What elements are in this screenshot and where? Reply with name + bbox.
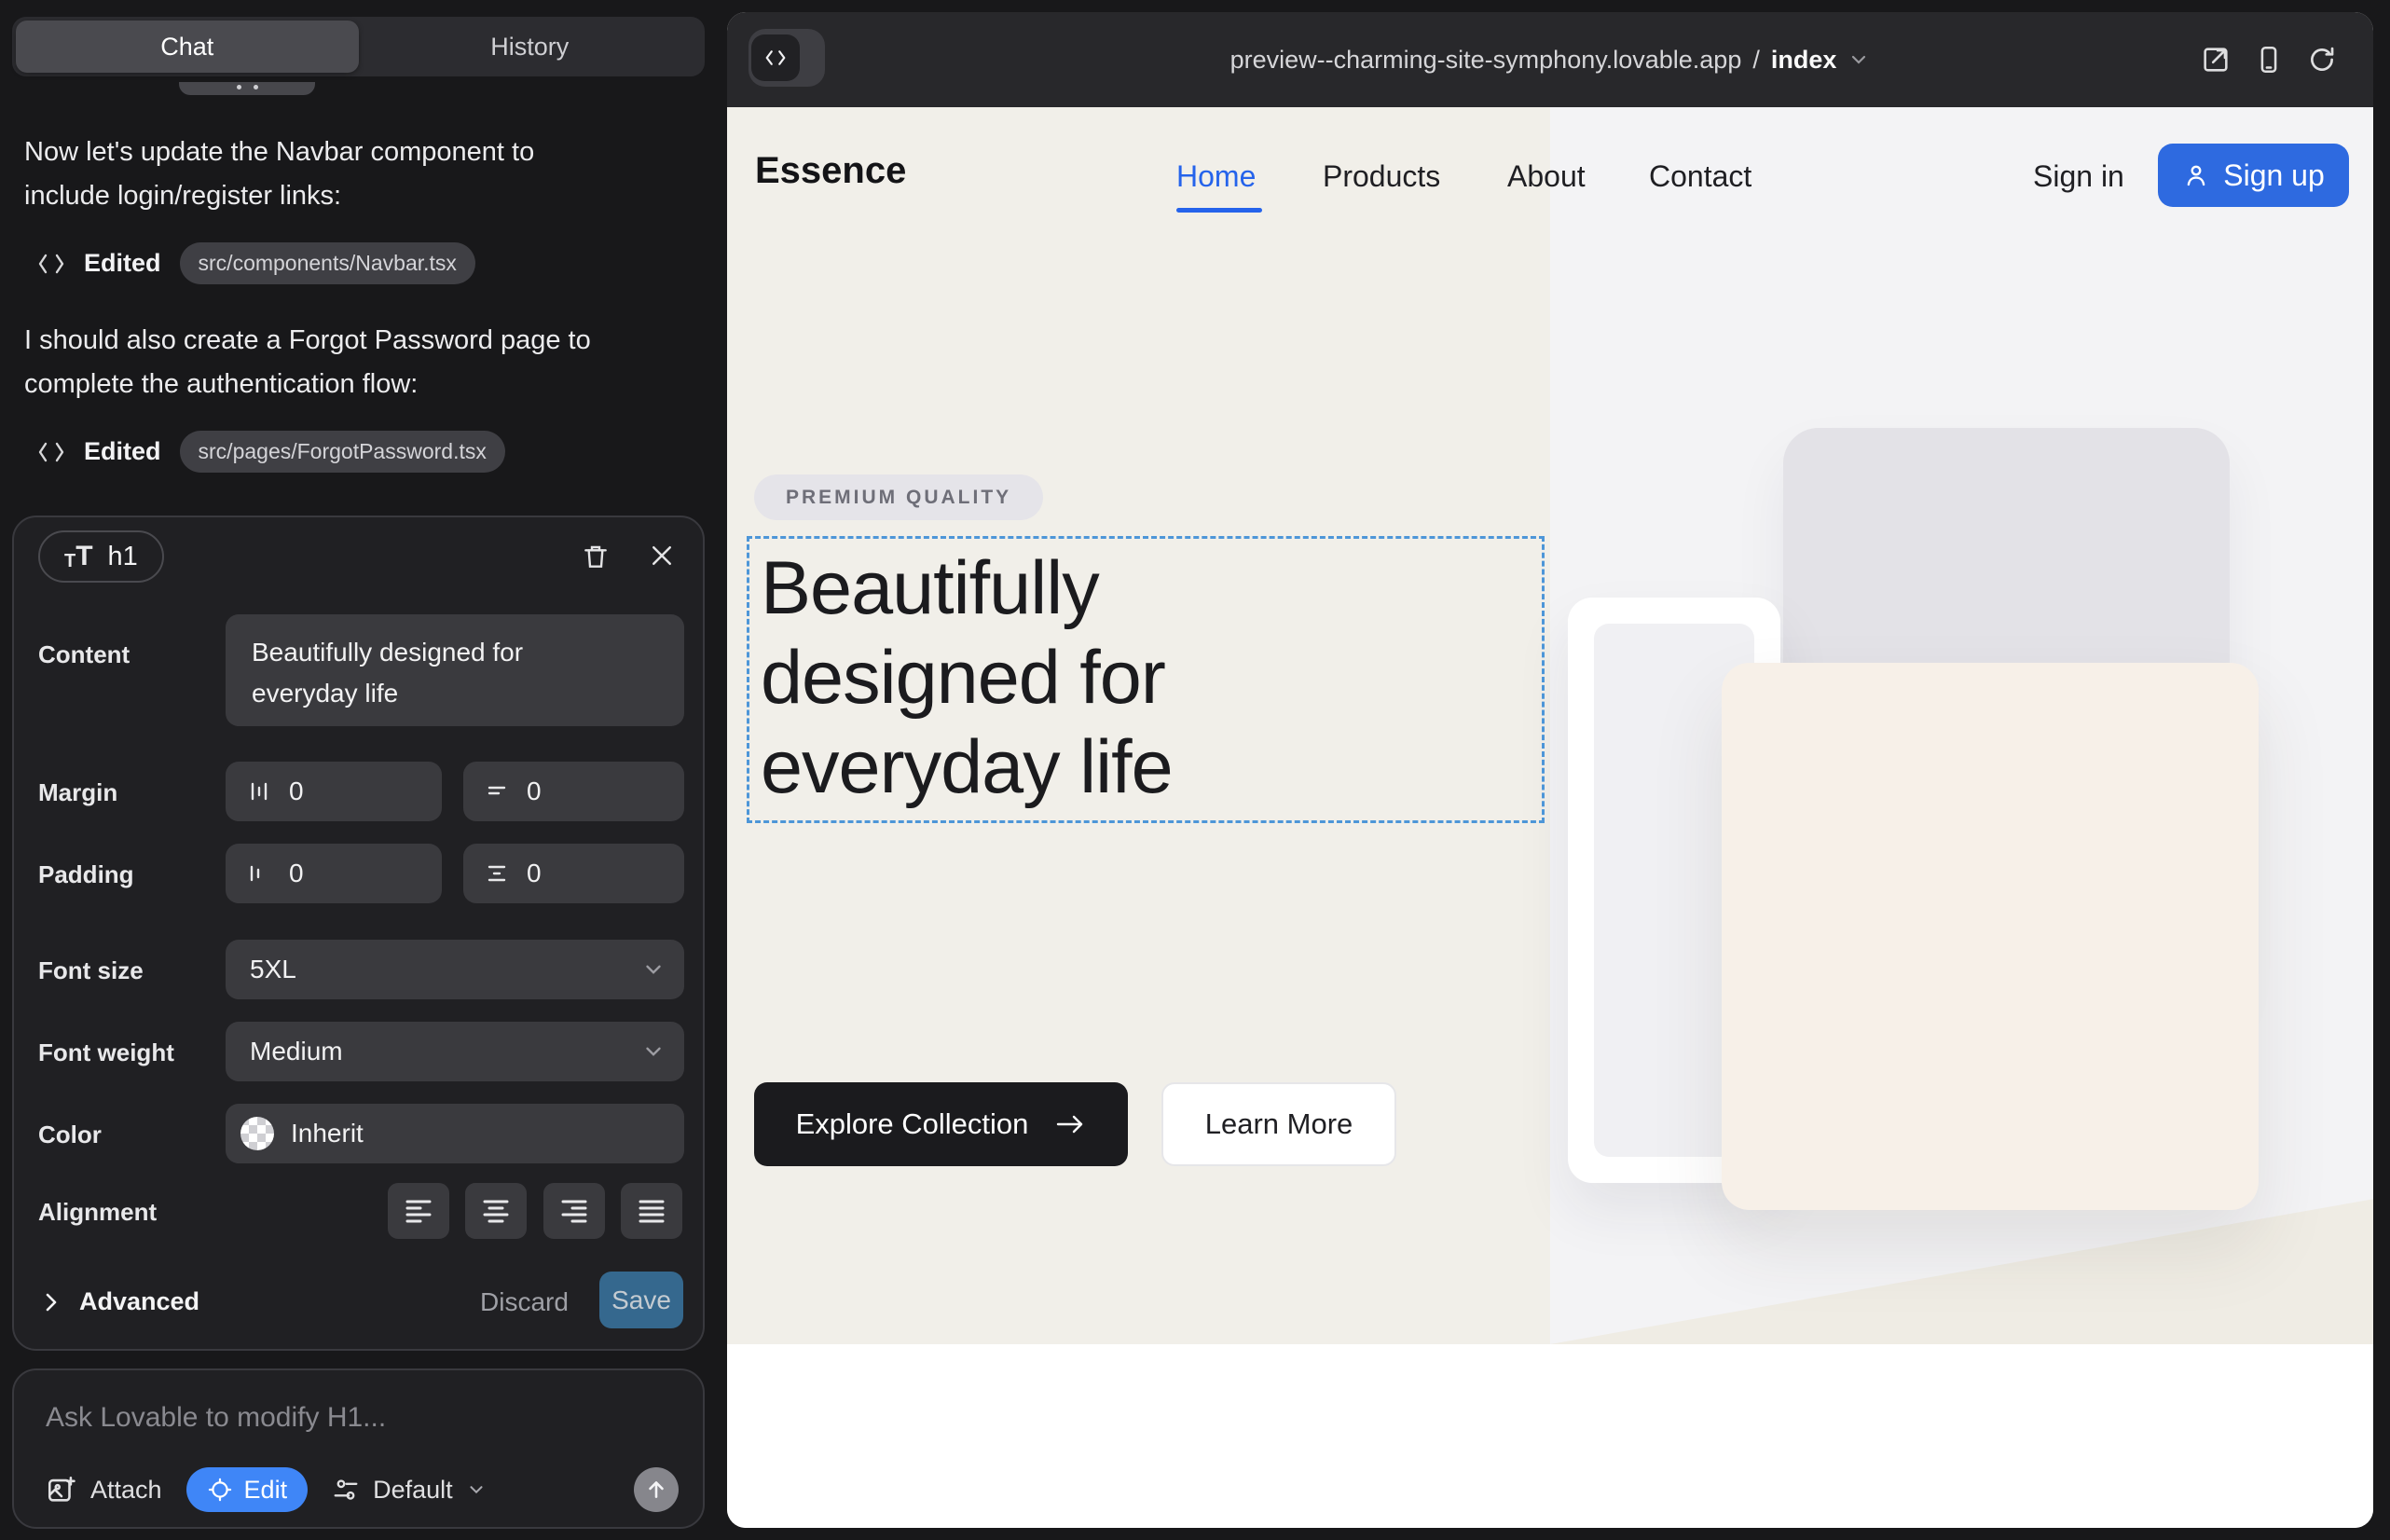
align-justify-button[interactable] — [621, 1183, 682, 1239]
edited-file-row: Edited src/components/Navbar.tsx — [37, 242, 475, 284]
learn-more-button[interactable]: Learn More — [1161, 1082, 1396, 1166]
margin-horizontal-input[interactable]: 0 — [226, 762, 442, 821]
preview-url: preview--charming-site-symphony.lovable.… — [1230, 46, 1742, 75]
padding-vertical-input[interactable]: 0 — [463, 844, 684, 903]
url-bar[interactable]: preview--charming-site-symphony.lovable.… — [727, 12, 2373, 107]
margin-label: Margin — [38, 778, 117, 807]
chevron-down-icon — [466, 1479, 487, 1500]
mobile-view-icon[interactable] — [2253, 44, 2285, 76]
color-swatch — [240, 1117, 274, 1150]
align-right-button[interactable] — [543, 1183, 605, 1239]
explore-collection-button[interactable]: Explore Collection — [754, 1082, 1128, 1166]
font-weight-label: Font weight — [38, 1038, 174, 1067]
site-preview: Essence Home Products About Contact Sign… — [727, 107, 2373, 1528]
hero-heading[interactable]: Beautifully designed for everyday life — [761, 543, 1173, 812]
discard-button[interactable]: Discard — [480, 1287, 569, 1317]
chat-message: I should also create a Forgot Password p… — [24, 319, 695, 406]
font-size-label: Font size — [38, 956, 144, 985]
signin-link[interactable]: Sign in — [2033, 159, 2124, 194]
edited-label: Edited — [84, 249, 161, 278]
composer-input[interactable]: Ask Lovable to modify H1... — [46, 1402, 386, 1434]
align-center-button[interactable] — [465, 1183, 527, 1239]
chat-history-tabs: Chat History — [12, 17, 705, 76]
color-select[interactable]: Inherit — [226, 1104, 684, 1163]
margin-vertical-input[interactable]: 0 — [463, 762, 684, 821]
nav-link-about[interactable]: About — [1507, 159, 1586, 194]
nav-link-contact[interactable]: Contact — [1649, 159, 1751, 194]
font-weight-select[interactable]: Medium — [226, 1022, 684, 1081]
decor-card-cream — [1722, 663, 2259, 1210]
code-icon — [37, 440, 65, 464]
chevron-down-icon — [1847, 48, 1870, 71]
chevron-down-icon — [641, 957, 666, 982]
site-logo[interactable]: Essence — [755, 150, 906, 192]
edited-label: Edited — [84, 437, 161, 466]
user-icon — [2182, 161, 2210, 189]
file-path-chip[interactable]: src/pages/ForgotPassword.tsx — [180, 431, 505, 473]
signup-button[interactable]: Sign up — [2158, 144, 2349, 207]
tab-chat[interactable]: Chat — [16, 21, 359, 73]
padding-horizontal-input[interactable]: 0 — [226, 844, 442, 903]
edited-file-row: Edited src/pages/ForgotPassword.tsx — [37, 431, 505, 473]
padding-label: Padding — [38, 860, 134, 889]
browser-chrome: preview--charming-site-symphony.lovable.… — [727, 12, 2373, 107]
save-button[interactable]: Save — [599, 1272, 683, 1328]
sliders-icon — [332, 1476, 360, 1504]
align-left-button[interactable] — [388, 1183, 449, 1239]
lovable-app: Chat History Now let's update the Navbar… — [0, 0, 2390, 1540]
hero-badge: PREMIUM QUALITY — [754, 474, 1043, 520]
mode-select[interactable]: Default — [332, 1476, 487, 1505]
target-icon — [207, 1477, 233, 1503]
padding-vertical-icon — [484, 860, 510, 887]
attach-image-icon — [46, 1474, 77, 1506]
tab-history[interactable]: History — [359, 21, 702, 73]
delete-element-icon[interactable] — [581, 542, 611, 571]
file-path-chip[interactable]: src/components/Navbar.tsx — [180, 242, 475, 284]
padding-horizontal-icon — [246, 860, 272, 887]
content-input[interactable]: Beautifully designed for everyday life — [226, 614, 684, 726]
text-size-icon: TT — [64, 543, 93, 571]
attach-button[interactable]: Attach — [46, 1474, 162, 1506]
selected-element-chip[interactable]: TT h1 — [38, 530, 164, 583]
alignment-label: Alignment — [38, 1198, 157, 1227]
chat-composer: Ask Lovable to modify H1... Attach Edit — [12, 1368, 705, 1529]
arrow-right-icon — [1054, 1111, 1086, 1137]
send-button[interactable] — [634, 1467, 679, 1512]
nav-link-home[interactable]: Home — [1176, 159, 1256, 194]
chevron-right-icon — [42, 1290, 61, 1314]
scrolled-chip — [179, 82, 315, 95]
open-external-icon[interactable] — [2200, 44, 2232, 76]
preview-window: preview--charming-site-symphony.lovable.… — [727, 12, 2373, 1528]
chevron-down-icon — [641, 1039, 666, 1064]
advanced-toggle[interactable]: Advanced — [42, 1287, 199, 1316]
margin-horizontal-icon — [246, 778, 272, 804]
page-name: index — [1771, 46, 1837, 75]
nav-link-products[interactable]: Products — [1323, 159, 1440, 194]
color-label: Color — [38, 1121, 102, 1149]
font-size-select[interactable]: 5XL — [226, 940, 684, 999]
active-nav-underline — [1176, 208, 1262, 213]
element-editor-panel: TT h1 Content Beautifully designed for e… — [12, 516, 705, 1351]
margin-vertical-icon — [484, 778, 510, 804]
refresh-icon[interactable] — [2306, 44, 2338, 76]
chat-sidebar: Chat History Now let's update the Navbar… — [0, 0, 727, 1540]
element-tag: h1 — [108, 542, 138, 572]
arrow-up-icon — [644, 1478, 668, 1502]
edit-mode-button[interactable]: Edit — [186, 1467, 309, 1512]
close-icon[interactable] — [648, 542, 678, 571]
chat-message: Now let's update the Navbar component to… — [24, 131, 677, 218]
content-label: Content — [38, 640, 130, 669]
code-icon — [37, 252, 65, 276]
